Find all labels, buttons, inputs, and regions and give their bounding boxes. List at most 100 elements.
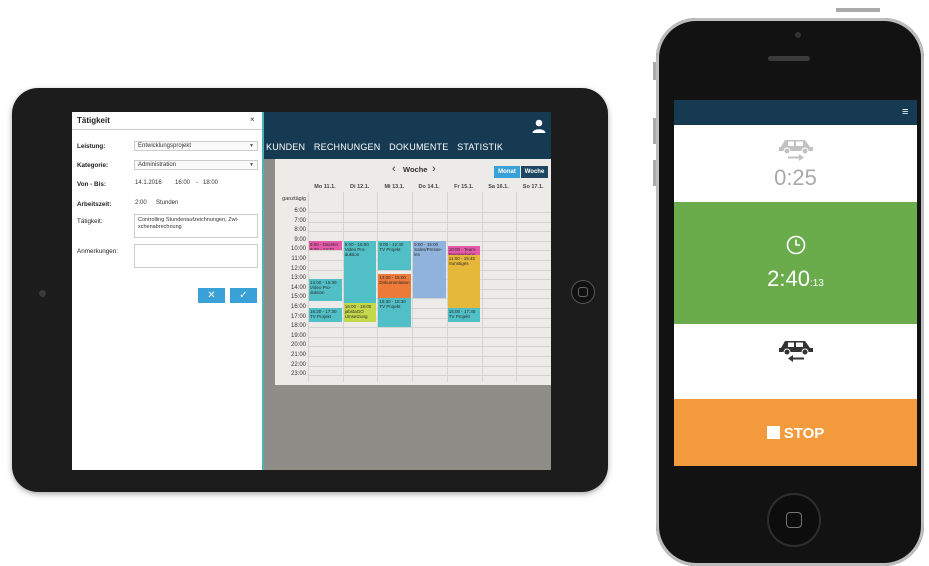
cancel-button[interactable]: ✕ bbox=[198, 288, 225, 303]
hour-label: 13:00 bbox=[277, 275, 306, 281]
phone-volume-up bbox=[653, 118, 656, 144]
calendar-event[interactable]: 13:00 - 15:30 Video Pro-duktion bbox=[309, 279, 342, 301]
hour-label: 20:00 bbox=[277, 342, 306, 348]
calendar-event[interactable]: 15:30 - 18:30 TV Projekt bbox=[378, 298, 411, 327]
nav-link-rechnungen[interactable]: RECHNUNGEN bbox=[314, 142, 381, 152]
hour-gridline bbox=[308, 337, 551, 338]
date-field[interactable]: 14.1.2016 bbox=[135, 180, 162, 186]
drive-back-tile[interactable] bbox=[674, 324, 917, 399]
hour-label: 12:00 bbox=[277, 266, 306, 272]
hour-label: 22:00 bbox=[277, 362, 306, 368]
hour-label: 18:00 bbox=[277, 323, 306, 329]
calendar-event[interactable]: 9:00 - 15:00 Video Pro-duktion bbox=[344, 241, 377, 303]
hour-label: 15:00 bbox=[277, 294, 306, 300]
phone-mute-switch bbox=[653, 62, 656, 80]
day-header: Do 14.1. bbox=[412, 183, 446, 192]
hour-label: 6:00 bbox=[277, 208, 306, 214]
hour-label: 23:00 bbox=[277, 371, 306, 377]
phone-volume-down bbox=[653, 160, 656, 186]
hour-label: 11:00 bbox=[277, 256, 306, 262]
home-square-icon bbox=[786, 512, 802, 528]
from-time-field[interactable]: 16:00 bbox=[175, 180, 190, 186]
leistung-value: Entwicklungsprojekt bbox=[138, 143, 191, 149]
tablet-camera bbox=[39, 290, 46, 297]
nav-link-kunden[interactable]: KUNDEN bbox=[266, 142, 305, 152]
form-header: Tätigkeit × bbox=[72, 112, 262, 130]
hour-label: 21:00 bbox=[277, 352, 306, 358]
hour-label: 14:00 bbox=[277, 285, 306, 291]
hour-label: 17:00 bbox=[277, 314, 306, 320]
chevron-down-icon: ▼ bbox=[249, 142, 254, 150]
chevron-down-icon: ▼ bbox=[249, 161, 254, 169]
day-header: Mo 11.1. bbox=[308, 183, 342, 192]
stop-square-icon bbox=[767, 426, 780, 439]
leistung-select[interactable]: Entwicklungsprojekt ▼ bbox=[134, 141, 258, 151]
anmerkungen-label: Anmerkungen: bbox=[77, 248, 118, 255]
day-header: Fr 15.1. bbox=[447, 183, 481, 192]
arbeitszeit-value: 2:00 bbox=[135, 200, 147, 206]
menu-icon[interactable]: ≡ bbox=[902, 107, 908, 117]
hour-label: 7:00 bbox=[277, 218, 306, 224]
calendar-event[interactable]: 9:00 - 15:00 Sales/Presse-les bbox=[413, 241, 446, 299]
arbeitszeit-label: Arbeitszeit: bbox=[77, 201, 111, 208]
calendar-event[interactable]: 16:00 - 17:45 TV Projekt bbox=[448, 308, 481, 322]
car-arrow-left-icon bbox=[777, 336, 815, 362]
hour-label: 19:00 bbox=[277, 333, 306, 339]
chevron-left-icon[interactable]: ‹ bbox=[392, 163, 396, 175]
to-time-field[interactable]: 18:00 bbox=[203, 180, 218, 186]
nav-link-dokumente[interactable]: DOKUMENTE bbox=[389, 142, 448, 152]
kategorie-select[interactable]: Administration ▼ bbox=[134, 160, 258, 170]
calendar-event[interactable]: 10:00 - Team-Besprechung bbox=[448, 246, 481, 256]
leistung-label: Leistung: bbox=[77, 143, 105, 150]
hour-gridline bbox=[308, 366, 551, 367]
user-icon[interactable] bbox=[531, 118, 547, 134]
hour-gridline bbox=[308, 375, 551, 376]
nav-link-statistik[interactable]: STATISTIK bbox=[457, 142, 503, 152]
week-calendar: ‹ Woche › Monat Woche Mo 11.1.Di 12.1.Mi… bbox=[275, 159, 551, 385]
close-icon[interactable]: × bbox=[250, 115, 255, 124]
taetigkeit-label: Tätigkeit: bbox=[77, 218, 103, 225]
calendar-event[interactable]: 11:00 - 15:45 Sonstiges bbox=[448, 255, 481, 308]
calendar-event[interactable]: 13:00 - 15:00 Dokumentation bbox=[378, 274, 411, 298]
phone-power-button bbox=[836, 8, 880, 12]
hour-label: 9:00 bbox=[277, 237, 306, 243]
day-gridline bbox=[516, 192, 517, 382]
calendar-grid: Mo 11.1.Di 12.1.Mi 13.1.Do 14.1.Fr 15.1.… bbox=[275, 183, 551, 385]
hour-gridline bbox=[308, 222, 551, 223]
day-header: Sa 16.1. bbox=[482, 183, 516, 192]
view-week-button[interactable]: Woche bbox=[521, 166, 548, 178]
calendar-title: Woche bbox=[403, 165, 427, 174]
calendar-event[interactable]: 9:00 - 12:30 TV Projekt bbox=[378, 241, 411, 270]
view-month-button[interactable]: Monat bbox=[494, 166, 520, 178]
work-tile[interactable] bbox=[674, 202, 917, 324]
work-time: 2:40:13 bbox=[674, 266, 917, 292]
calendar-event[interactable]: 16:00 - 18:00 jabstaGO Umsetzung bbox=[344, 303, 377, 322]
phone-speaker bbox=[768, 56, 810, 61]
tablet-home-button[interactable] bbox=[571, 280, 595, 304]
day-header: Di 12.1. bbox=[343, 183, 377, 192]
taetigkeit-textarea[interactable]: Controlling Stundenaufzeichnungen, Zwi-s… bbox=[134, 214, 258, 238]
phone-navbar: ≡ bbox=[674, 100, 917, 125]
hour-gridline bbox=[308, 212, 551, 213]
hour-label: 10:00 bbox=[277, 246, 306, 252]
calendar-toolbar: ‹ Woche › Monat Woche bbox=[275, 159, 551, 183]
day-header: So 17.1. bbox=[516, 183, 550, 192]
allday-label: ganztägig bbox=[277, 196, 306, 202]
day-header: Mi 13.1. bbox=[377, 183, 411, 192]
form-title: Tätigkeit bbox=[77, 116, 110, 125]
calendar-event[interactable]: 9:00 - Daimler 9:30 - 13:30 Video Pro-du… bbox=[309, 241, 342, 251]
chevron-right-icon[interactable]: › bbox=[432, 163, 436, 175]
anmerkungen-textarea[interactable] bbox=[134, 244, 258, 268]
phone-camera bbox=[795, 32, 801, 38]
confirm-button[interactable]: ✓ bbox=[230, 288, 257, 303]
hour-gridline bbox=[308, 346, 551, 347]
calendar-event[interactable]: 16:30 - 17:30 TV Projekt bbox=[309, 308, 342, 322]
phone-screen: ≡ 0:25 2:40:13 S bbox=[674, 100, 917, 466]
car-arrow-right-icon bbox=[777, 135, 815, 161]
kategorie-label: Kategorie: bbox=[77, 162, 108, 169]
time-dash: - bbox=[196, 180, 198, 186]
drive-time: 0:25 bbox=[674, 165, 917, 191]
nav-links: KUNDEN RECHNUNGEN DOKUMENTE STATISTIK bbox=[266, 142, 509, 152]
hour-gridline bbox=[308, 356, 551, 357]
work-time-seconds: :13 bbox=[810, 278, 824, 289]
